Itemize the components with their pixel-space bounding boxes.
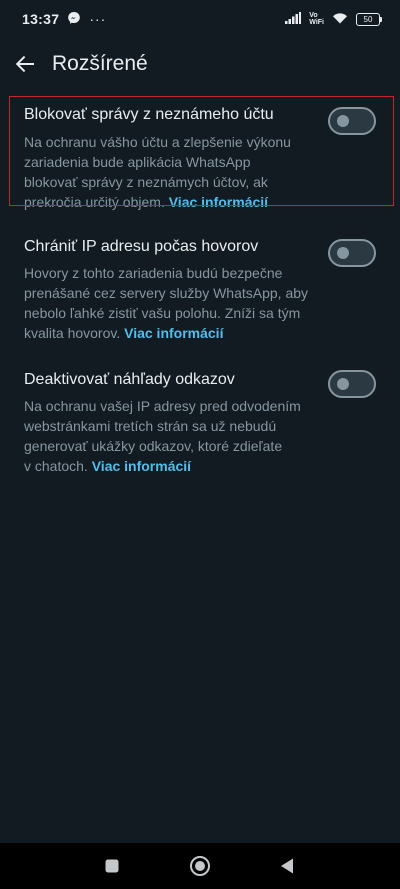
setting-description: Hovory z tohto zariadenia budú bezpečne … bbox=[24, 263, 314, 343]
setting-title: Chrániť IP adresu počas hovorov bbox=[24, 238, 259, 255]
description-line: kvalita hovorov. Viac informácií bbox=[24, 323, 314, 343]
triangle-back-icon bbox=[281, 858, 293, 874]
status-left: 13:37 ··· bbox=[22, 11, 106, 28]
protect-ip-in-calls-toggle[interactable] bbox=[328, 239, 376, 267]
toggle-knob bbox=[337, 247, 349, 259]
vowifi-bottom: WiFi bbox=[309, 19, 324, 26]
back-nav-button[interactable] bbox=[264, 843, 310, 889]
app-bar: Rozšírené bbox=[0, 38, 400, 90]
square-icon bbox=[105, 859, 119, 873]
wifi-icon bbox=[332, 11, 348, 27]
status-right: Vo WiFi 50 bbox=[285, 11, 382, 27]
setting-disable-link-previews[interactable]: Deaktivovať náhľady odkazov Na ochranu v… bbox=[0, 359, 400, 475]
description-line: Hovory z tohto zariadenia budú bezpečne bbox=[24, 265, 283, 281]
description-line: prenášané cez servery služby WhatsApp, a… bbox=[24, 285, 309, 301]
signal-icon bbox=[285, 11, 302, 27]
disable-link-previews-toggle[interactable] bbox=[328, 370, 376, 398]
description-line: nebolo ľahké zistiť vašu polohu. Zníži s… bbox=[24, 305, 301, 321]
notification-dots: ··· bbox=[89, 11, 107, 27]
more-info-link[interactable]: Viac informácií bbox=[124, 325, 223, 341]
battery-icon: 50 bbox=[356, 12, 382, 26]
messenger-icon bbox=[67, 11, 81, 28]
block-unknown-accounts-toggle[interactable] bbox=[328, 107, 376, 135]
description-line: generovať ukážky odkazov, ktoré zdieľate bbox=[24, 438, 283, 454]
setting-description: Na ochranu vášho účtu a zlepšenie výkonu… bbox=[24, 132, 314, 212]
status-bar: 13:37 ··· Vo WiFi 50 bbox=[0, 0, 400, 38]
back-button[interactable] bbox=[5, 44, 45, 84]
setting-title: Blokovať správy z neznámeho účtu bbox=[24, 106, 274, 123]
toggle-knob bbox=[337, 115, 349, 127]
description-text: blokovať správy z neznámych účtov, ak bbox=[24, 174, 268, 190]
description-line: Na ochranu vašej IP adresy pred odvodení… bbox=[24, 398, 301, 414]
setting-description: Na ochranu vašej IP adresy pred odvodení… bbox=[24, 396, 314, 476]
home-button[interactable] bbox=[177, 843, 223, 889]
description-line: Na ochranu vášho účtu a zlepšenie výkonu bbox=[24, 134, 291, 150]
navigation-bar bbox=[0, 843, 400, 889]
description-text: prekročia určitý objem. bbox=[24, 194, 165, 210]
setting-title: Deaktivovať náhľady odkazov bbox=[24, 371, 235, 388]
circle-icon bbox=[190, 856, 210, 876]
vowifi-top: Vo bbox=[309, 12, 318, 19]
description-line: webstránkami tretích strán sa už nebudú bbox=[24, 418, 277, 434]
toggle-knob bbox=[337, 378, 349, 390]
setting-block-unknown-accounts[interactable]: Blokovať správy z neznámeho účtu Na ochr… bbox=[0, 96, 400, 210]
more-info-link[interactable]: Viac informácií bbox=[169, 194, 268, 210]
page-title: Rozšírené bbox=[52, 52, 148, 75]
description-line: v chatoch. Viac informácií bbox=[24, 456, 314, 476]
description-text: kvalita hovorov. bbox=[24, 325, 121, 341]
description-line: zariadenia bude aplikácia WhatsApp bbox=[24, 154, 251, 170]
arrow-left-icon bbox=[15, 55, 35, 73]
recents-button[interactable] bbox=[89, 843, 135, 889]
description-line: prekročia určitý objem. Viac informácií bbox=[24, 192, 314, 212]
description-text: v chatoch. bbox=[24, 458, 88, 474]
status-time: 13:37 bbox=[22, 11, 60, 27]
setting-protect-ip-in-calls[interactable]: Chrániť IP adresu počas hovorov Hovory z… bbox=[0, 228, 400, 344]
vowifi-indicator: Vo WiFi bbox=[309, 12, 324, 26]
description-line: blokovať správy z neznámych účtov, ak bbox=[24, 172, 314, 192]
more-info-link[interactable]: Viac informácií bbox=[92, 458, 191, 474]
